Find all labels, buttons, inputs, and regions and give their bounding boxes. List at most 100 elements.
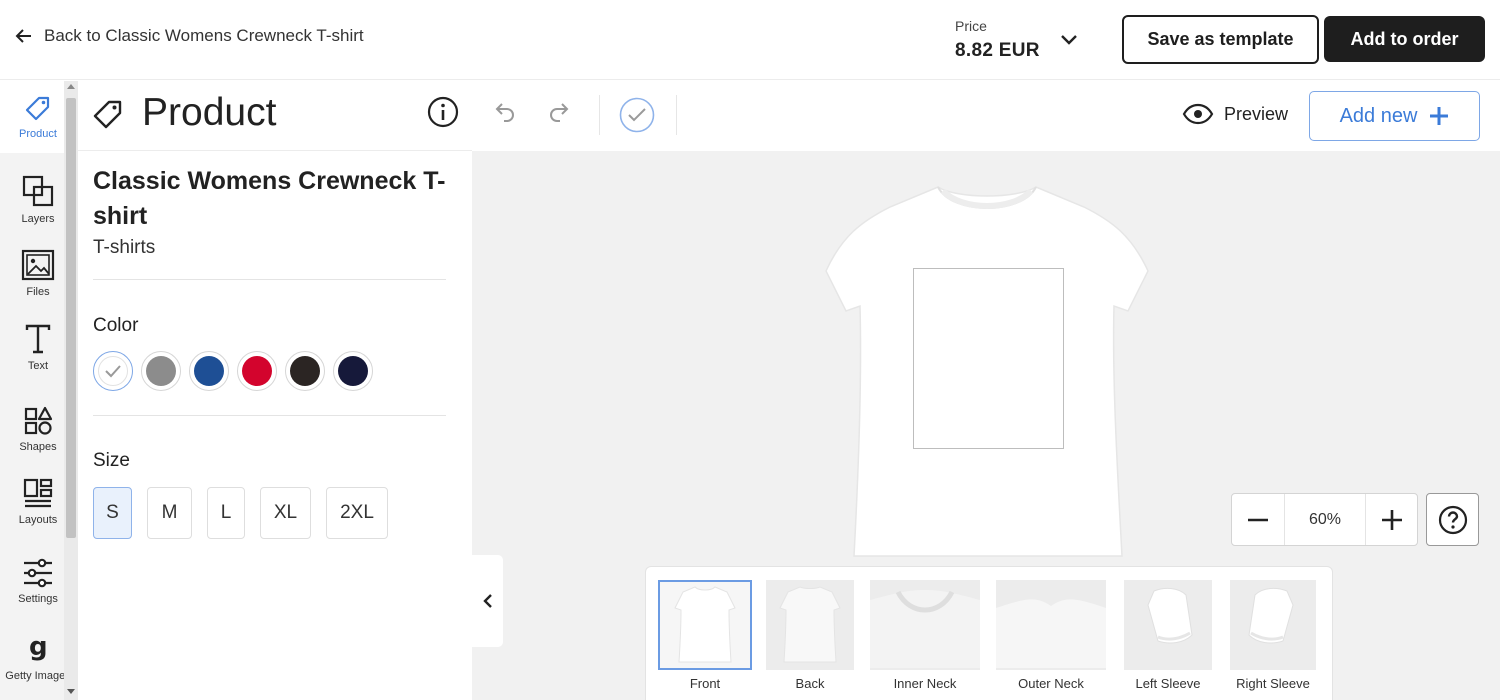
getty-icon: g (29, 633, 48, 662)
check-circle-icon (619, 97, 655, 133)
color-label: Color (93, 315, 139, 336)
chevron-left-icon (482, 594, 492, 608)
color-swatch-black[interactable] (285, 351, 325, 391)
size-option-2xl[interactable]: 2XL (326, 487, 388, 539)
panel-title: Product (142, 91, 277, 134)
undo-button[interactable] (490, 101, 518, 129)
top-bar: Back to Classic Womens Crewneck T-shirt … (0, 0, 1500, 80)
sidebar-scrollbar-thumb[interactable] (66, 98, 76, 538)
sidebar-item-label: Layouts (18, 513, 58, 526)
view-thumbnail (1230, 580, 1316, 670)
tag-icon (25, 96, 50, 120)
left-sleeve-thumbnail (1147, 587, 1193, 644)
price-label: Price (955, 18, 987, 34)
eye-icon (1182, 103, 1214, 125)
color-swatch-grey[interactable] (141, 351, 181, 391)
size-option-xl[interactable]: XL (260, 487, 311, 539)
right-sleeve-thumbnail (1248, 587, 1294, 644)
color-swatch-red[interactable] (237, 351, 277, 391)
size-options: S M L XL 2XL (93, 487, 388, 539)
color-swatch-navy[interactable] (333, 351, 373, 391)
svg-text:g: g (29, 633, 48, 662)
apply-button[interactable] (619, 97, 655, 133)
color-swatch-royal[interactable] (189, 351, 229, 391)
sidebar-item-label: Getty Images (5, 669, 71, 682)
sidebar-item-label: Text (27, 359, 49, 372)
view-outer-neck[interactable]: Outer Neck (996, 580, 1106, 691)
swatch-fill (146, 356, 176, 386)
zoom-out-button[interactable] (1232, 494, 1284, 545)
size-option-m[interactable]: M (147, 487, 192, 539)
product-panel: Product Classic Womens Crewneck T-shirt … (78, 81, 472, 700)
color-swatches (93, 351, 373, 391)
view-left-sleeve[interactable]: Left Sleeve (1124, 580, 1212, 691)
swatch-fill (194, 356, 224, 386)
view-front[interactable]: Front (658, 580, 752, 691)
redo-button[interactable] (546, 101, 574, 129)
view-label: Front (689, 676, 721, 691)
canvas-toolbar: Preview Add new (472, 81, 1500, 151)
view-thumbnail (870, 580, 980, 670)
view-back[interactable]: Back (766, 580, 854, 691)
undo-icon (495, 103, 514, 122)
text-icon (25, 324, 51, 353)
toolbar-divider (676, 95, 677, 135)
size-option-l[interactable]: L (207, 487, 245, 539)
inner-neck-thumbnail (870, 590, 980, 668)
view-thumbnail (658, 580, 752, 670)
preview-label: Preview (1224, 103, 1289, 124)
back-link[interactable]: Back to Classic Womens Crewneck T-shirt (14, 26, 364, 46)
scroll-down-icon[interactable] (67, 689, 75, 694)
view-label: Outer Neck (1018, 676, 1084, 691)
view-thumbnail (996, 580, 1106, 670)
product-name: Classic Womens Crewneck T-shirt (93, 167, 446, 230)
plus-icon (1382, 509, 1402, 530)
design-canvas[interactable]: 60% Front Back Inner Neck Outer Neck Lef… (472, 151, 1500, 700)
question-circle-icon (1438, 505, 1467, 534)
preview-button[interactable]: Preview (1182, 103, 1288, 125)
layers-icon (22, 175, 54, 206)
zoom-in-button[interactable] (1366, 494, 1418, 545)
swatch-fill (242, 356, 272, 386)
print-area[interactable] (913, 268, 1064, 449)
swatch-fill (290, 356, 320, 386)
add-new-label: Add new (1339, 104, 1418, 127)
zoom-control: 60% (1231, 493, 1418, 546)
view-thumbnail (766, 580, 854, 670)
add-to-order-button[interactable]: Add to order (1324, 16, 1485, 62)
view-inner-neck[interactable]: Inner Neck (870, 580, 980, 691)
view-label: Back (795, 676, 825, 691)
sidebar-item-label: Layers (21, 212, 55, 225)
view-right-sleeve[interactable]: Right Sleeve (1230, 580, 1316, 691)
divider (93, 415, 446, 416)
scroll-up-icon[interactable] (67, 84, 75, 89)
view-label: Inner Neck (893, 676, 957, 691)
arrow-left-icon (15, 29, 31, 43)
color-swatch-white[interactable] (93, 351, 133, 391)
view-label: Right Sleeve (1236, 676, 1310, 691)
sidebar-item-label: Product (19, 127, 57, 140)
collapse-panel-button[interactable] (472, 555, 503, 647)
swatch-fill (98, 356, 128, 386)
size-option-s[interactable]: S (93, 487, 132, 539)
zoom-level: 60% (1284, 494, 1366, 545)
add-new-button[interactable]: Add new (1309, 91, 1480, 141)
price-details-toggle[interactable] (1058, 32, 1080, 48)
tag-icon (93, 100, 122, 129)
panel-header: Product (78, 81, 472, 151)
divider (93, 279, 446, 280)
sidebar-item-label: Settings (18, 592, 58, 605)
price-value: 8.82 EUR (955, 40, 1040, 61)
info-button[interactable] (427, 96, 459, 128)
help-button[interactable] (1426, 493, 1479, 546)
save-as-template-button[interactable]: Save as template (1122, 15, 1319, 64)
check-icon (105, 365, 121, 378)
swatch-fill (338, 356, 368, 386)
chevron-down-icon (1061, 35, 1077, 45)
tshirt-back-thumbnail (779, 586, 841, 663)
plus-icon (1430, 107, 1449, 125)
view-thumbnail (1124, 580, 1212, 670)
sidebar-item-label: Shapes (19, 440, 57, 453)
redo-icon (550, 103, 569, 122)
view-label: Left Sleeve (1135, 676, 1201, 691)
